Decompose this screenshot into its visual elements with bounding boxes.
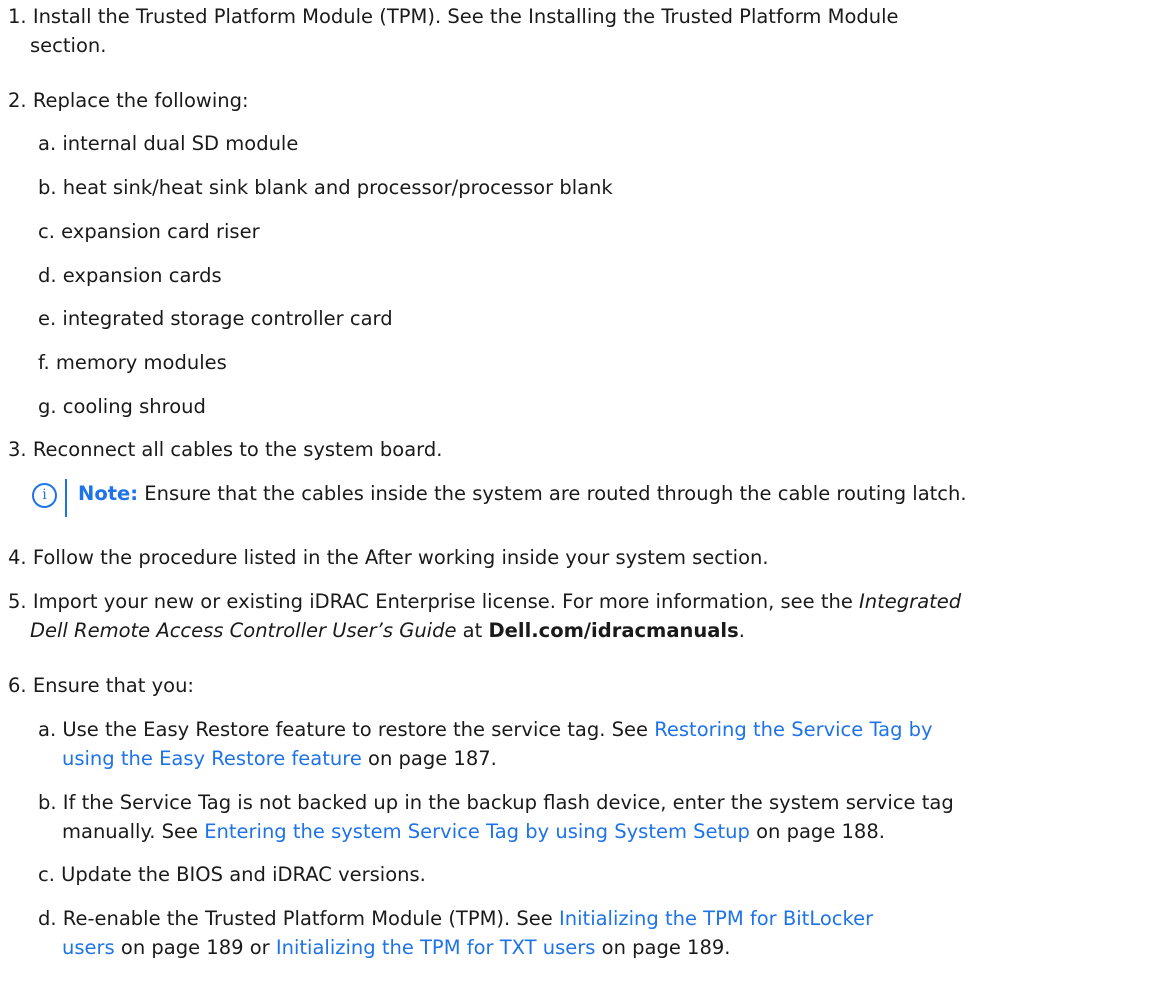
step-2-item-e: e. integrated storage controller card [38, 306, 393, 332]
step-4: 4. Follow the procedure listed in the Af… [8, 545, 769, 571]
step-2-item-g: g. cooling shroud [38, 394, 206, 420]
step-6-item-d-line-2: users on page 189 or Initializing the TP… [62, 935, 730, 961]
step-6-item-b-line-2: manually. See Entering the system Servic… [62, 819, 885, 845]
item-text: expansion cards [62, 264, 222, 287]
link-tpm-txt[interactable]: Initializing the TPM for TXT users [276, 936, 596, 959]
step-6: 6. Ensure that you: [8, 673, 194, 699]
step-text: Import your new or existing iDRAC Enterp… [32, 590, 860, 613]
item-text: cooling shroud [62, 395, 206, 418]
item-letter: b. [38, 791, 57, 814]
step-text: at [456, 619, 489, 642]
document-page: 1. Install the Trusted Platform Module (… [0, 0, 1162, 982]
guide-title-part-2: Dell Remote Access Controller User’s Gui… [30, 619, 457, 642]
step-6-item-b-line-1: b. If the Service Tag is not backed up i… [38, 790, 954, 816]
item-text: on page 188. [749, 820, 885, 843]
step-6-item-d-line-1: d. Re-enable the Trusted Platform Module… [38, 906, 873, 932]
note-label: Note: [78, 482, 139, 505]
note-divider [65, 479, 67, 517]
item-letter: b. [38, 176, 57, 199]
item-letter: c. [38, 220, 55, 243]
step-number: 4. [8, 546, 27, 569]
step-6-item-c: c. Update the BIOS and iDRAC versions. [38, 862, 426, 888]
item-letter: e. [38, 307, 57, 330]
step-1-line-1: 1. Install the Trusted Platform Module (… [8, 4, 899, 30]
item-text: on page 187. [361, 747, 497, 770]
step-3: 3. Reconnect all cables to the system bo… [8, 437, 442, 463]
link-restoring-service-tag-cont[interactable]: using the Easy Restore feature [62, 747, 362, 770]
step-2-item-d: d. expansion cards [38, 263, 222, 289]
step-2-item-b: b. heat sink/heat sink blank and process… [38, 175, 613, 201]
step-6-item-a-line-2: using the Easy Restore feature on page 1… [62, 746, 497, 772]
item-text: memory modules [55, 351, 227, 374]
item-text: expansion card riser [61, 220, 260, 243]
note-text: Note: Ensure that the cables inside the … [78, 481, 967, 507]
step-text: Follow the procedure listed in the After… [32, 546, 769, 569]
link-tpm-bitlocker[interactable]: Initializing the TPM for BitLocker [559, 907, 873, 930]
step-5-line-1: 5. Import your new or existing iDRAC Ent… [8, 589, 961, 615]
item-letter: c. [38, 863, 55, 886]
step-number: 2. [8, 89, 27, 112]
item-letter: f. [38, 351, 50, 374]
step-2-item-a: a. internal dual SD module [38, 131, 298, 157]
item-text: internal dual SD module [62, 132, 299, 155]
step-5-line-2: Dell Remote Access Controller User’s Gui… [30, 618, 745, 644]
step-number: 3. [8, 438, 27, 461]
manuals-url: Dell.com/idracmanuals [488, 619, 739, 642]
item-text: on page 189. [595, 936, 731, 959]
step-text: Ensure that you: [32, 674, 194, 697]
step-text: Install the Trusted Platform Module (TPM… [32, 5, 899, 28]
step-6-item-a-line-1: a. Use the Easy Restore feature to resto… [38, 717, 933, 743]
item-text: Re-enable the Trusted Platform Module (T… [62, 907, 560, 930]
item-letter: a. [38, 132, 57, 155]
guide-title-part-1: Integrated [859, 590, 962, 613]
note-body: Ensure that the cables inside the system… [138, 482, 967, 505]
item-text: heat sink/heat sink blank and processor/… [62, 176, 613, 199]
item-text: integrated storage controller card [62, 307, 393, 330]
step-number: 6. [8, 674, 27, 697]
item-text: If the Service Tag is not backed up in t… [62, 791, 954, 814]
step-text: Replace the following: [32, 89, 249, 112]
link-entering-service-tag[interactable]: Entering the system Service Tag by using… [204, 820, 750, 843]
item-text: Update the BIOS and iDRAC versions. [61, 863, 426, 886]
item-letter: a. [38, 718, 57, 741]
item-text: on page 189 or [114, 936, 276, 959]
item-text: manually. See [62, 820, 205, 843]
item-letter: d. [38, 907, 57, 930]
item-letter: d. [38, 264, 57, 287]
step-2-item-c: c. expansion card riser [38, 219, 260, 245]
link-restoring-service-tag[interactable]: Restoring the Service Tag by [654, 718, 932, 741]
step-2: 2. Replace the following: [8, 88, 249, 114]
step-2-item-f: f. memory modules [38, 350, 227, 376]
info-icon: i [32, 483, 57, 508]
step-1-line-2: section. [30, 34, 107, 57]
link-tpm-bitlocker-cont[interactable]: users [62, 936, 115, 959]
item-text: Use the Easy Restore feature to restore … [62, 718, 655, 741]
step-text: Reconnect all cables to the system board… [32, 438, 443, 461]
step-number: 5. [8, 590, 27, 613]
item-letter: g. [38, 395, 57, 418]
step-text: . [738, 619, 745, 642]
step-number: 1. [8, 5, 27, 28]
